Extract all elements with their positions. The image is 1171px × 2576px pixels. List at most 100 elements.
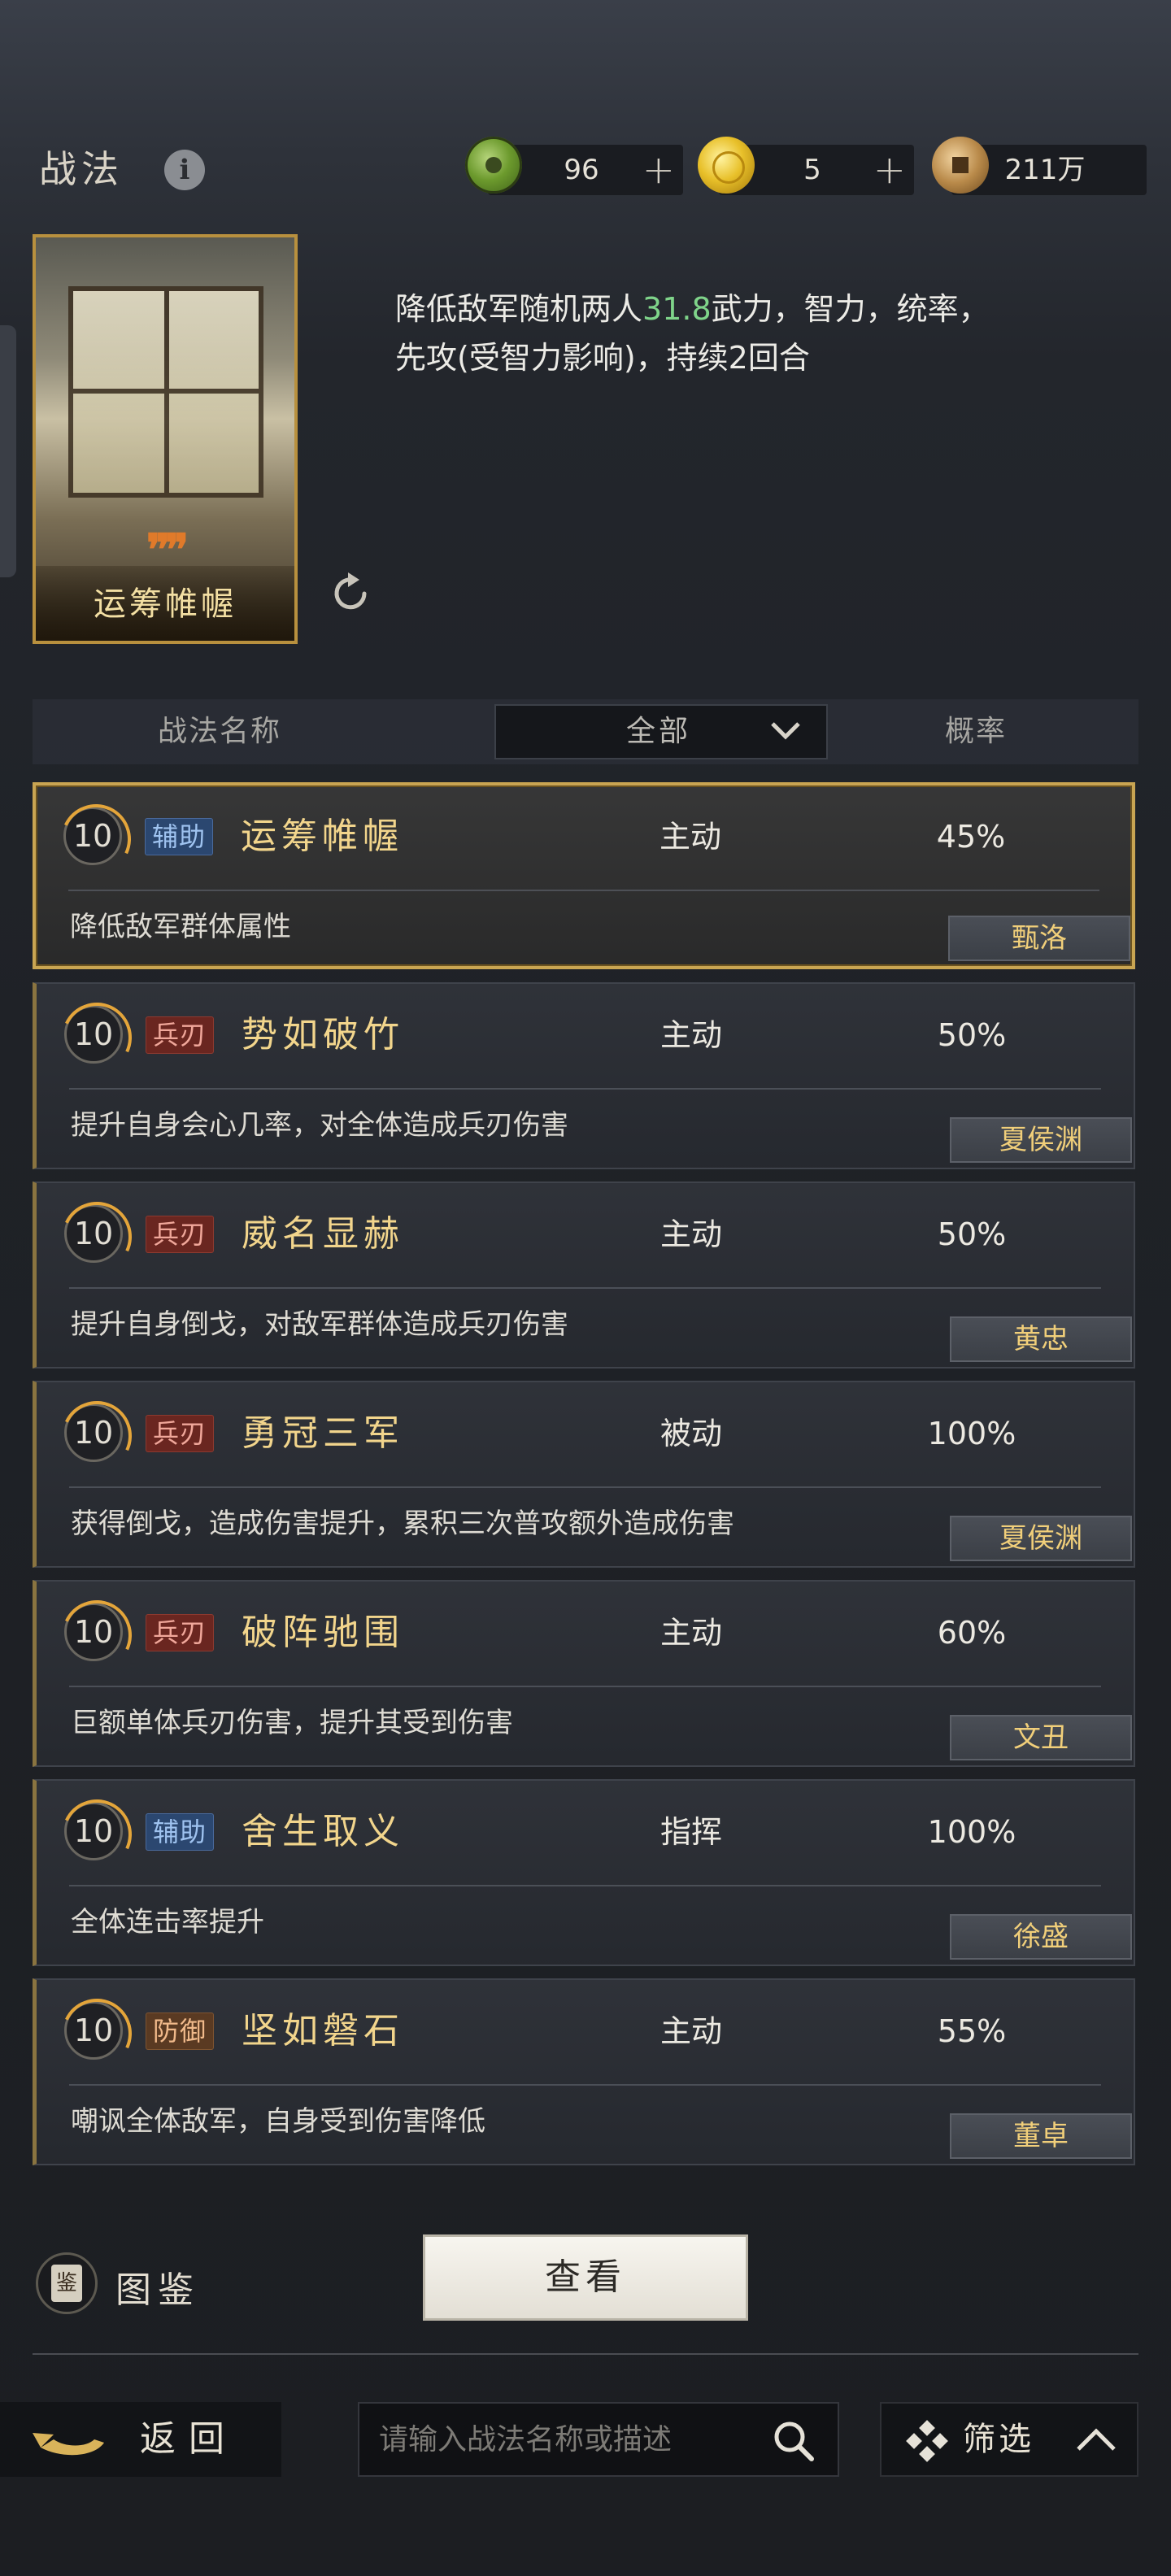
resource-gold-value: 5 bbox=[803, 154, 821, 186]
card-illustration bbox=[68, 286, 263, 498]
skill-rate: 100% bbox=[927, 1814, 1016, 1850]
skill-type: 主动 bbox=[660, 1615, 722, 1651]
hero-name-badge[interactable]: 黄忠 bbox=[950, 1316, 1132, 1362]
atlas-label[interactable]: 图鉴 bbox=[115, 2261, 200, 2313]
level-badge: 10 bbox=[64, 1802, 123, 1860]
level-badge: 10 bbox=[64, 1403, 123, 1462]
chevron-up-icon[interactable] bbox=[1075, 2425, 1117, 2454]
row-divider bbox=[69, 1686, 1101, 1687]
skill-desc: 提升自身倒戈，对敌军群体造成兵刃伤害 bbox=[71, 1308, 568, 1341]
side-panel-tab[interactable] bbox=[0, 325, 16, 577]
gold-coin-icon bbox=[698, 137, 755, 194]
skill-type: 主动 bbox=[660, 2013, 722, 2049]
skill-rate: 50% bbox=[937, 1017, 1007, 1053]
atlas-icon[interactable]: 鉴 bbox=[36, 2252, 98, 2314]
header: 战法 i 96 + 5 + 211万 bbox=[0, 122, 1171, 218]
table-header: 战法名称 全部 概率 bbox=[33, 699, 1138, 764]
skill-desc: 嘲讽全体敌军，自身受到伤害降低 bbox=[71, 2105, 485, 2138]
skill-name: 勇冠三军 bbox=[242, 1412, 404, 1454]
page-title: 战法 bbox=[39, 147, 124, 191]
desc-value: 31.8 bbox=[642, 291, 712, 327]
search-box[interactable] bbox=[358, 2402, 839, 2477]
skill-name: 破阵驰围 bbox=[242, 1612, 404, 1653]
hero-name-badge[interactable]: 文丑 bbox=[950, 1715, 1132, 1760]
skill-type: 指挥 bbox=[660, 1814, 722, 1850]
desc-line2: 先攻(受智力影响)，持续2回合 bbox=[395, 340, 810, 376]
hero-name-badge[interactable]: 夏侯渊 bbox=[950, 1516, 1132, 1561]
filter-label: 筛选 bbox=[963, 2421, 1034, 2458]
add-jade-button[interactable]: + bbox=[642, 150, 675, 190]
skill-tag: 兵刃 bbox=[146, 1614, 215, 1651]
copper-coin-icon bbox=[932, 137, 989, 194]
skill-row[interactable]: 10 兵刃 破阵驰围 主动 60% 巨额单体兵刃伤害，提升其受到伤害 文丑 bbox=[33, 1580, 1135, 1767]
row-divider bbox=[69, 2084, 1101, 2086]
filter-button[interactable]: 筛选 bbox=[880, 2402, 1138, 2477]
refresh-icon[interactable] bbox=[329, 569, 374, 615]
skill-card[interactable]: ❞❞ 运筹帷幄 bbox=[33, 234, 298, 644]
skill-row[interactable]: 10 辅助 运筹帷幄 主动 45% 降低敌军群体属性 甄洛 bbox=[33, 782, 1135, 969]
hero-name-badge[interactable]: 甄洛 bbox=[948, 916, 1130, 961]
resource-copper-value: 211万 bbox=[1004, 154, 1086, 186]
row-divider bbox=[69, 1885, 1101, 1886]
skill-desc: 巨额单体兵刃伤害，提升其受到伤害 bbox=[71, 1707, 513, 1739]
filter-icon bbox=[906, 2420, 948, 2462]
desc-suffix: 武力，智力，统率， bbox=[711, 291, 990, 327]
hero-name-badge[interactable]: 董卓 bbox=[950, 2113, 1132, 2159]
skill-desc: 降低敌军群体属性 bbox=[70, 911, 291, 943]
back-button[interactable]: 返回 bbox=[0, 2402, 281, 2477]
skill-name: 舍生取义 bbox=[242, 1811, 404, 1852]
skill-tag: 防御 bbox=[146, 2012, 215, 2050]
skill-desc: 全体连击率提升 bbox=[71, 1906, 264, 1939]
skill-desc: 获得倒戈，造成伤害提升，累积三次普攻额外造成伤害 bbox=[71, 1508, 734, 1540]
skill-rate: 60% bbox=[937, 1615, 1007, 1651]
skill-desc: 提升自身会心几率，对全体造成兵刃伤害 bbox=[71, 1109, 568, 1142]
quote-icon: ❞❞ bbox=[146, 524, 189, 576]
add-gold-button[interactable]: + bbox=[873, 150, 906, 190]
skill-rate: 100% bbox=[927, 1416, 1016, 1451]
skill-tag: 辅助 bbox=[146, 1813, 215, 1851]
skill-row[interactable]: 10 兵刃 势如破竹 主动 50% 提升自身会心几率，对全体造成兵刃伤害 夏侯渊 bbox=[33, 982, 1135, 1169]
level-badge: 10 bbox=[63, 807, 122, 865]
skill-rate: 50% bbox=[937, 1216, 1007, 1252]
skill-type: 主动 bbox=[660, 1216, 722, 1252]
level-badge: 10 bbox=[64, 1204, 123, 1263]
divider bbox=[33, 2353, 1138, 2355]
jade-coin-icon bbox=[465, 137, 522, 194]
row-divider bbox=[69, 1088, 1101, 1090]
column-skill-name: 战法名称 bbox=[157, 715, 281, 748]
skill-tag: 兵刃 bbox=[146, 1216, 215, 1253]
row-divider bbox=[69, 1486, 1101, 1488]
view-button[interactable]: 查看 bbox=[423, 2234, 748, 2321]
level-badge: 10 bbox=[64, 1603, 123, 1661]
atlas-icon-glyph: 鉴 bbox=[51, 2265, 82, 2302]
type-filter-dropdown[interactable]: 全部 bbox=[494, 704, 828, 759]
skill-row[interactable]: 10 辅助 舍生取义 指挥 100% 全体连击率提升 徐盛 bbox=[33, 1779, 1135, 1966]
skill-tag: 辅助 bbox=[145, 818, 214, 855]
search-input[interactable] bbox=[379, 2404, 753, 2475]
info-icon[interactable]: i bbox=[164, 150, 205, 190]
skill-rate: 55% bbox=[937, 2013, 1007, 2049]
level-badge: 10 bbox=[64, 2001, 123, 2060]
skill-row[interactable]: 10 兵刃 威名显赫 主动 50% 提升自身倒戈，对敌军群体造成兵刃伤害 黄忠 bbox=[33, 1181, 1135, 1368]
skill-description: 降低敌军随机两人31.8武力，智力，统率， 先攻(受智力影响)，持续2回合 bbox=[395, 285, 1111, 382]
skill-tag: 兵刃 bbox=[146, 1415, 215, 1452]
chevron-down-icon bbox=[771, 722, 800, 740]
skill-tag: 兵刃 bbox=[146, 1016, 215, 1054]
skill-name: 运筹帷幄 bbox=[241, 816, 403, 857]
card-skill-name: 运筹帷幄 bbox=[94, 585, 237, 623]
desc-prefix: 降低敌军随机两人 bbox=[395, 291, 643, 327]
back-arrow-icon bbox=[33, 2433, 104, 2456]
column-rate: 概率 bbox=[944, 715, 1007, 748]
level-badge: 10 bbox=[64, 1005, 123, 1064]
skill-name: 坚如磐石 bbox=[242, 2010, 404, 2052]
skill-type: 主动 bbox=[659, 819, 721, 855]
skill-row[interactable]: 10 兵刃 勇冠三军 被动 100% 获得倒戈，造成伤害提升，累积三次普攻额外造… bbox=[33, 1381, 1135, 1568]
hero-name-badge[interactable]: 徐盛 bbox=[950, 1914, 1132, 1960]
row-divider bbox=[68, 890, 1099, 891]
skill-type: 被动 bbox=[660, 1416, 722, 1451]
search-icon[interactable] bbox=[771, 2418, 816, 2464]
row-divider bbox=[69, 1287, 1101, 1289]
skill-name: 势如破竹 bbox=[242, 1014, 404, 1055]
hero-name-badge[interactable]: 夏侯渊 bbox=[950, 1117, 1132, 1163]
skill-row[interactable]: 10 防御 坚如磐石 主动 55% 嘲讽全体敌军，自身受到伤害降低 董卓 bbox=[33, 1978, 1135, 2165]
